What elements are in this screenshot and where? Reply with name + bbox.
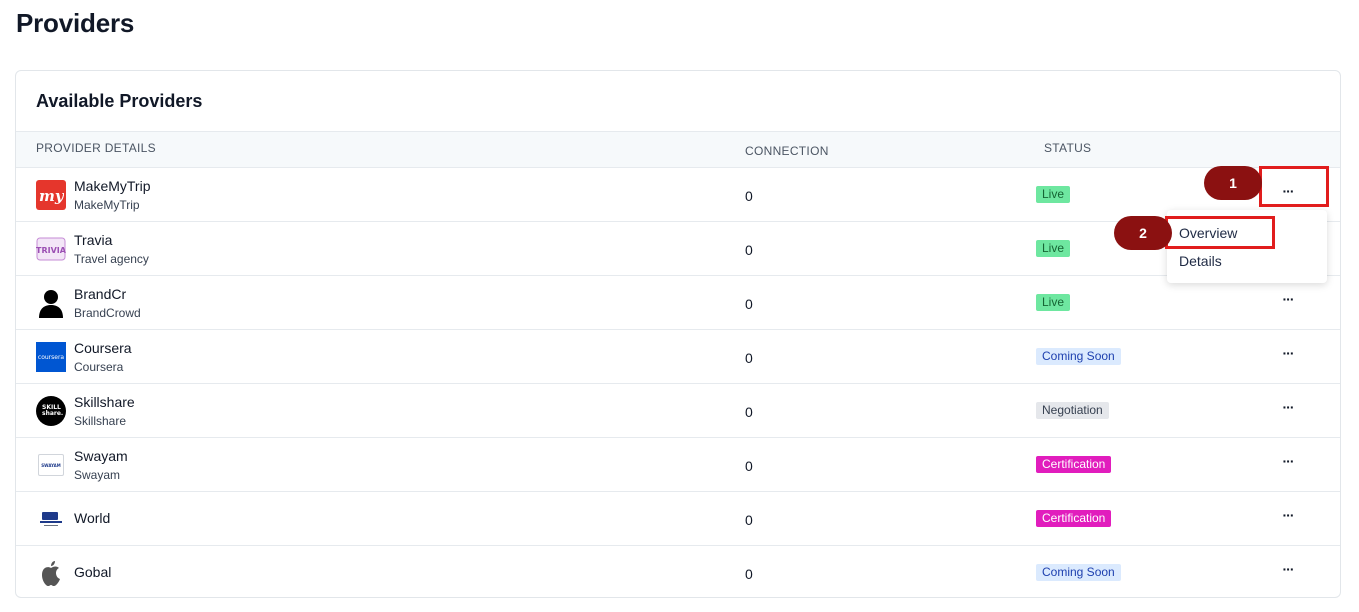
more-actions-button[interactable]: ···	[1278, 400, 1298, 420]
column-header-status: STATUS	[1044, 141, 1092, 155]
provider-name: MakeMyTrip	[74, 178, 151, 194]
status-badge: Certification	[1036, 510, 1112, 527]
provider-name: Coursera	[74, 340, 132, 356]
table-header: PROVIDER DETAILS CONNECTION STATUS	[16, 131, 1340, 168]
annotation-highlight-overview	[1165, 216, 1275, 249]
svg-text:TRIVIA: TRIVIA	[36, 246, 66, 255]
table-row[interactable]: SWAYAM Swayam Swayam 0 Certification ···	[16, 438, 1340, 492]
coursera-logo: coursera	[36, 342, 66, 372]
annotation-marker-2: 2	[1114, 216, 1172, 250]
swayam-logo: SWAYAM	[36, 450, 66, 480]
connection-count: 0	[745, 512, 753, 528]
connection-count: 0	[745, 458, 753, 474]
connection-count: 0	[745, 350, 753, 366]
swayam-logo-text: SWAYAM	[41, 462, 61, 468]
provider-subtitle: Swayam	[74, 468, 121, 482]
connection-count: 0	[745, 242, 753, 258]
person-icon	[36, 288, 66, 318]
apple-icon	[36, 558, 66, 588]
more-actions-button[interactable]: ···	[1278, 292, 1298, 312]
makemytrip-logo: my	[36, 180, 66, 210]
connection-count: 0	[745, 188, 753, 204]
more-actions-button[interactable]: ···	[1278, 508, 1298, 528]
status-badge: Certification	[1036, 456, 1112, 473]
table-row[interactable]: Gobal 0 Coming Soon ···	[16, 546, 1340, 597]
more-actions-button[interactable]: ···	[1278, 562, 1298, 582]
provider-subtitle: Coursera	[74, 360, 124, 374]
table-row[interactable]: my MakeMyTrip MakeMyTrip 0 Live ···	[16, 168, 1340, 222]
status-badge: Live	[1036, 294, 1071, 311]
provider-subtitle: MakeMyTrip	[74, 198, 140, 212]
column-header-connection: CONNECTION	[745, 144, 829, 158]
provider-subtitle: Travel agency	[74, 252, 149, 266]
more-actions-button[interactable]: ···	[1278, 454, 1298, 474]
world-logo	[36, 504, 66, 534]
travia-logo: TRIVIA	[36, 234, 66, 264]
menu-item-details[interactable]: Details	[1179, 253, 1222, 269]
provider-name: Skillshare	[74, 394, 135, 410]
table-row[interactable]: World 0 Certification ···	[16, 492, 1340, 546]
table-row[interactable]: SKILL share. Skillshare Skillshare 0 Neg…	[16, 384, 1340, 438]
provider-name: Swayam	[74, 448, 128, 464]
page-title: Providers	[16, 8, 135, 38]
providers-card: Available Providers PROVIDER DETAILS CON…	[15, 70, 1341, 598]
connection-count: 0	[745, 404, 753, 420]
status-badge: Coming Soon	[1036, 564, 1121, 581]
skillshare-logo-text: SKILL share.	[42, 404, 64, 417]
annotation-marker-1: 1	[1204, 166, 1262, 200]
status-badge: Live	[1036, 240, 1071, 257]
connection-count: 0	[745, 566, 753, 582]
annotation-highlight-more-button	[1259, 166, 1329, 207]
column-header-provider-details: PROVIDER DETAILS	[36, 141, 156, 155]
provider-subtitle: BrandCrowd	[74, 306, 141, 320]
skillshare-logo: SKILL share.	[36, 396, 66, 426]
status-badge: Coming Soon	[1036, 348, 1121, 365]
connection-count: 0	[745, 296, 753, 312]
svg-text:my: my	[39, 187, 64, 205]
provider-name: Travia	[74, 232, 113, 248]
provider-subtitle: Skillshare	[74, 414, 127, 428]
status-badge: Negotiation	[1036, 402, 1109, 419]
more-actions-button[interactable]: ···	[1278, 346, 1298, 366]
status-badge: Live	[1036, 186, 1071, 203]
table-row[interactable]: coursera Coursera Coursera 0 Coming Soon…	[16, 330, 1340, 384]
provider-name: World	[74, 510, 111, 526]
card-title: Available Providers	[36, 91, 203, 111]
table-row[interactable]: BrandCr BrandCrowd 0 Live ···	[16, 276, 1340, 330]
provider-name: Gobal	[74, 564, 112, 580]
coursera-logo-text: coursera	[37, 353, 65, 361]
provider-name: BrandCr	[74, 286, 127, 302]
